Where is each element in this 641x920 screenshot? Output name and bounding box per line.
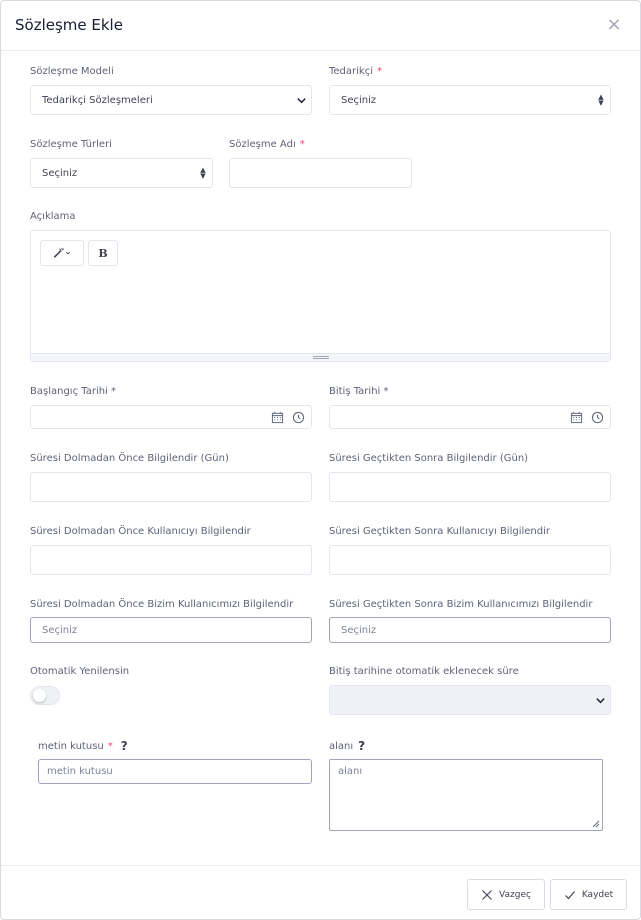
notify-our-user-before-select[interactable]: Seçiniz bbox=[30, 617, 312, 643]
close-icon[interactable]: × bbox=[604, 15, 624, 35]
supplier-value: Seçiniz bbox=[341, 94, 377, 106]
description-editor[interactable]: B bbox=[30, 230, 611, 362]
required-mark: * bbox=[107, 740, 113, 752]
area-label-text: alanı bbox=[329, 740, 354, 752]
modal-title: Sözleşme Ekle bbox=[15, 16, 123, 34]
clock-icon[interactable] bbox=[591, 411, 604, 424]
auto-renew-toggle[interactable] bbox=[30, 686, 60, 705]
end-date-label: Bitiş Tarihi * bbox=[329, 386, 389, 397]
notify-user-before-label: Süresi Dolmadan Önce Kullanıcıyı Bilgile… bbox=[30, 526, 251, 537]
notify-before-days-input[interactable] bbox=[30, 472, 312, 502]
description-label: Açıklama bbox=[30, 211, 76, 222]
contract-name-input[interactable] bbox=[229, 158, 412, 188]
notify-our-user-after-select[interactable]: Seçiniz bbox=[329, 617, 611, 643]
notify-after-days-label: Süresi Geçtikten Sonra Bilgilendir (Gün) bbox=[329, 453, 529, 464]
contract-types-select[interactable]: Seçiniz ▲ ▼ bbox=[30, 158, 213, 188]
area-placeholder: alanı bbox=[338, 766, 363, 777]
text-box-input[interactable]: metin kutusu bbox=[38, 759, 312, 784]
add-contract-modal: Sözleşme Ekle × Sözleşme Modeli Tedarikç… bbox=[0, 0, 641, 920]
description-label-text: Açıklama bbox=[30, 211, 76, 222]
close-icon bbox=[482, 889, 492, 900]
auto-add-period-label: Bitiş tarihine otomatik eklenecek süre bbox=[329, 666, 519, 677]
text-box-label: metin kutusu *? bbox=[38, 739, 128, 753]
start-date-input[interactable] bbox=[30, 405, 312, 429]
toggle-knob bbox=[33, 689, 46, 702]
auto-renew-label: Otomatik Yenilensin bbox=[30, 666, 130, 677]
calendar-icon[interactable] bbox=[570, 411, 583, 424]
end-date-input[interactable] bbox=[329, 405, 611, 429]
required-mark: * bbox=[299, 139, 305, 150]
bold-button[interactable]: B bbox=[88, 240, 118, 266]
sort-caret-icon: ▲ ▼ bbox=[200, 166, 206, 180]
contract-types-value: Seçiniz bbox=[42, 167, 78, 179]
text-box-label-text: metin kutusu bbox=[38, 740, 104, 752]
contract-model-select[interactable]: Tedarikçi Sözleşmeleri bbox=[30, 85, 312, 115]
contract-name-label-text: Sözleşme Adı bbox=[229, 139, 296, 150]
supplier-label-text: Tedarikçi bbox=[329, 66, 373, 77]
modal-header: Sözleşme Ekle × bbox=[1, 1, 640, 51]
contract-name-label: Sözleşme Adı * bbox=[229, 139, 305, 150]
notify-our-user-after-label: Süresi Geçtikten Sonra Bizim Kullanıcımı… bbox=[329, 599, 593, 610]
supplier-label: Tedarikçi * bbox=[329, 66, 382, 77]
clock-icon[interactable] bbox=[292, 411, 305, 424]
required-mark: * bbox=[377, 66, 382, 77]
cancel-label: Vazgeç bbox=[499, 889, 531, 900]
check-icon bbox=[564, 890, 575, 899]
supplier-select[interactable]: Seçiniz ▲ ▼ bbox=[329, 85, 611, 115]
help-icon[interactable]: ? bbox=[358, 739, 365, 753]
save-label: Kaydet bbox=[581, 889, 614, 900]
auto-add-period-select[interactable] bbox=[329, 685, 611, 715]
text-box-placeholder: metin kutusu bbox=[47, 766, 113, 777]
contract-types-label-text: Sözleşme Türleri bbox=[30, 139, 112, 150]
notify-before-days-label: Süresi Dolmadan Önce Bilgilendir (Gün) bbox=[30, 453, 229, 464]
editor-resize-handle[interactable] bbox=[31, 353, 610, 361]
area-textarea[interactable]: alanı bbox=[329, 759, 603, 831]
save-button[interactable]: Kaydet bbox=[550, 879, 627, 910]
start-date-label: Başlangıç Tarihi * bbox=[30, 386, 117, 397]
magic-wand-button[interactable] bbox=[40, 240, 84, 266]
help-icon[interactable]: ? bbox=[121, 739, 128, 753]
resize-grip-icon[interactable] bbox=[592, 820, 600, 828]
chevron-down-icon bbox=[291, 95, 311, 106]
notify-our-user-before-label: Süresi Dolmadan Önce Bizim Kullanıcımızı… bbox=[30, 599, 294, 610]
contract-model-label: Sözleşme Modeli bbox=[30, 66, 114, 77]
contract-types-label: Sözleşme Türleri bbox=[30, 139, 112, 150]
sort-caret-icon: ▲ ▼ bbox=[598, 93, 604, 107]
notify-user-after-label: Süresi Geçtikten Sonra Kullanıcıyı Bilgi… bbox=[329, 526, 550, 537]
notify-our-user-before-placeholder: Seçiniz bbox=[42, 624, 78, 636]
grip-icon bbox=[312, 356, 329, 359]
notify-user-before-input[interactable] bbox=[30, 545, 312, 575]
chevron-down-icon bbox=[590, 695, 610, 706]
area-label: alanı? bbox=[329, 739, 365, 753]
contract-model-label-text: Sözleşme Modeli bbox=[30, 66, 114, 77]
notify-user-after-input[interactable] bbox=[329, 545, 611, 575]
magic-wand-icon bbox=[53, 247, 71, 258]
contract-model-value: Tedarikçi Sözleşmeleri bbox=[42, 94, 153, 106]
cancel-button[interactable]: Vazgeç bbox=[467, 879, 545, 910]
calendar-icon[interactable] bbox=[271, 411, 284, 424]
notify-our-user-after-placeholder: Seçiniz bbox=[341, 624, 377, 636]
notify-after-days-input[interactable] bbox=[329, 472, 611, 502]
